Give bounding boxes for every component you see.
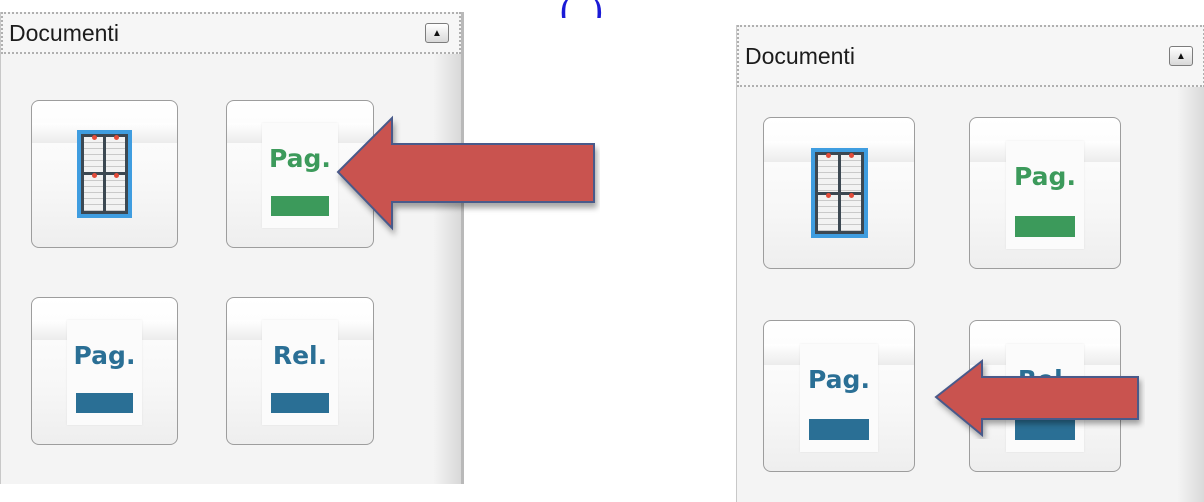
page-bar bbox=[809, 419, 869, 440]
page-bar bbox=[1015, 216, 1075, 237]
page-green-icon: Pag. bbox=[1006, 140, 1084, 249]
page-label: Pag. bbox=[1014, 162, 1076, 192]
panel-title: Documenti bbox=[9, 19, 119, 46]
page-bar bbox=[75, 393, 134, 414]
panel-header: Documenti ▲ bbox=[737, 25, 1204, 87]
relation-blue-icon: Rel. bbox=[262, 319, 338, 425]
page-bar bbox=[271, 196, 329, 217]
page-blue-icon: Pag. bbox=[800, 343, 878, 452]
collapse-button[interactable]: ▲ bbox=[425, 23, 449, 43]
bulletin-board-icon bbox=[76, 130, 133, 218]
page-label: Rel. bbox=[272, 340, 328, 370]
relation-tile-button[interactable]: Rel. bbox=[226, 297, 374, 445]
annotation-arrow-right-panel bbox=[934, 358, 1139, 438]
panel-header: Documenti ▲ bbox=[1, 12, 461, 54]
page-label: Pag. bbox=[269, 143, 331, 173]
page-blue-tile-button[interactable]: Pag. bbox=[31, 297, 178, 445]
board-tile-button[interactable] bbox=[31, 100, 178, 248]
panel-title: Documenti bbox=[745, 42, 855, 69]
cropped-heading-fragment: ( ) bbox=[560, 0, 940, 18]
documents-panel-left: Documenti ▲ Pag. Pag. Rel. bbox=[0, 12, 464, 484]
bulletin-board-icon bbox=[810, 148, 868, 238]
page-label: Pag. bbox=[808, 365, 870, 395]
page-blue-icon: Pag. bbox=[66, 319, 143, 425]
page-blue-tile-button[interactable]: Pag. bbox=[763, 320, 915, 472]
page-green-icon: Pag. bbox=[262, 122, 338, 228]
annotation-arrow-left-panel bbox=[336, 115, 595, 231]
board-tile-button[interactable] bbox=[763, 117, 915, 269]
page-bar bbox=[271, 393, 329, 414]
collapse-button[interactable]: ▲ bbox=[1169, 46, 1193, 66]
page-label: Pag. bbox=[73, 340, 136, 370]
page-green-tile-button[interactable]: Pag. bbox=[969, 117, 1121, 269]
